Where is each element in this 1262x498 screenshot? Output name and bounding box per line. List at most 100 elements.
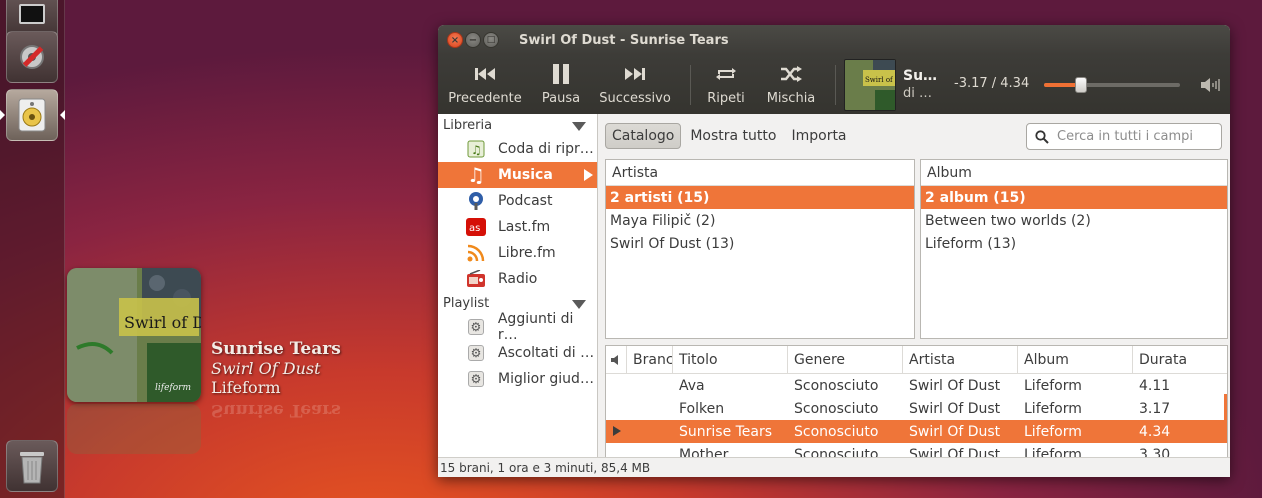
desktop-track-title: Sunrise Tears <box>211 339 341 359</box>
shuffle-label: Mischia <box>766 91 816 106</box>
sidebar-playlist-recently-played[interactable]: ⚙ Ascoltati di … <box>438 340 597 366</box>
track-genre: Sconosciuto <box>794 423 879 440</box>
seek-handle[interactable] <box>1074 77 1087 93</box>
playing-indicator-cell <box>606 424 673 440</box>
library-section-header[interactable]: Libreria <box>438 114 597 136</box>
sidebar-item-librefm[interactable]: Libre.fm <box>438 240 597 266</box>
previous-button[interactable]: Precedente <box>438 55 532 114</box>
sidebar-item-podcast[interactable]: Podcast <box>438 188 597 214</box>
list-item[interactable]: Swirl Of Dust (13) <box>606 232 914 255</box>
column-title[interactable]: Titolo <box>673 346 788 374</box>
library-header-label: Libreria <box>443 117 493 133</box>
expand-arrow-icon[interactable] <box>584 169 593 181</box>
desktop-title-reflection: Sunrise Tears <box>211 400 341 420</box>
title-bar[interactable]: × − □ Swirl Of Dust - Sunrise Tears <box>438 25 1230 55</box>
sidebar-item-music[interactable]: ♫ Musica <box>438 162 597 188</box>
launcher-rhythmbox[interactable] <box>6 89 58 141</box>
list-item[interactable]: 2 album (15) <box>921 186 1227 209</box>
launcher-system-settings[interactable] <box>6 31 58 83</box>
toolbar-separator <box>835 64 836 105</box>
artist-pane: Artista 2 artisti (15) Maya Filipič (2) … <box>605 159 915 339</box>
previous-label: Precedente <box>448 91 522 106</box>
playlist-header-label: Playlist <box>443 295 490 311</box>
minimize-button[interactable]: − <box>465 32 481 48</box>
sidebar-playlist-recently-added[interactable]: ⚙ Aggiunti di r… <box>438 311 597 343</box>
track-album: Lifeform <box>1024 400 1082 417</box>
rhythmbox-window: × − □ Swirl Of Dust - Sunrise Tears Prec… <box>438 25 1230 477</box>
track-title: Folken <box>679 400 725 417</box>
pause-button[interactable]: Pausa <box>532 55 590 114</box>
table-row[interactable]: Sunrise Tears Sconosciuto Swirl Of Dust … <box>606 420 1227 443</box>
smart-playlist-gear-icon: ⚙ <box>466 369 486 389</box>
column-track-number[interactable]: Branc <box>627 346 673 374</box>
repeat-button[interactable]: Ripeti <box>701 55 751 114</box>
column-playing[interactable] <box>606 346 627 374</box>
sidebar-item-label: Radio <box>498 271 538 287</box>
list-item[interactable]: 2 artisti (15) <box>606 186 914 209</box>
sidebar-item-radio[interactable]: Radio <box>438 266 597 292</box>
search-input[interactable] <box>1057 129 1217 144</box>
table-row[interactable]: Folken Sconosciuto Swirl Of Dust Lifefor… <box>606 397 1227 420</box>
running-indicator <box>0 110 5 120</box>
list-item[interactable]: Maya Filipič (2) <box>606 209 914 232</box>
table-row[interactable]: Ava Sconosciuto Swirl Of Dust Lifeform 4… <box>606 374 1227 397</box>
column-duration[interactable]: Durata <box>1133 346 1227 374</box>
import-button[interactable]: Importa <box>785 123 852 149</box>
track-artist: Swirl Of Dust <box>909 423 1001 440</box>
volume-button[interactable] <box>1200 77 1222 97</box>
settings-tools-icon <box>20 45 44 69</box>
focus-indicator <box>60 110 65 120</box>
track-duration: 4.34 <box>1139 423 1171 440</box>
sidebar-item-play-queue[interactable]: ♫ Coda di ripr… <box>438 136 597 162</box>
search-box[interactable] <box>1026 123 1222 150</box>
desktop-now-playing: Sunrise Tears Swirl Of Dust Lifeform <box>211 339 341 398</box>
sidebar-playlist-top-rated[interactable]: ⚙ Miglior giud… <box>438 366 597 392</box>
maximize-icon: □ <box>486 35 496 45</box>
sidebar-item-label: Miglior giud… <box>498 371 594 387</box>
next-icon <box>624 63 646 85</box>
sidebar-item-label: Last.fm <box>498 219 551 235</box>
close-button[interactable]: × <box>447 32 463 48</box>
desktop-album-art: Swirl of Dust lifeform <box>67 268 201 402</box>
artist-pane-header[interactable]: Artista <box>606 160 914 186</box>
next-button[interactable]: Successivo <box>590 55 680 114</box>
speaker-icon <box>18 98 46 132</box>
close-icon: × <box>450 34 460 46</box>
list-item[interactable]: Between two worlds (2) <box>921 209 1227 232</box>
track-list-header: Branc Titolo Genere Artista Album Durata <box>606 346 1227 374</box>
terminal-icon <box>19 4 45 24</box>
track-list-scrollbar[interactable] <box>1224 394 1227 424</box>
sidebar-item-label: Musica <box>498 167 553 183</box>
track-album: Lifeform <box>1024 377 1082 394</box>
collapse-triangle-icon[interactable] <box>572 122 586 131</box>
album-pane-header[interactable]: Album <box>921 160 1227 186</box>
podcast-icon <box>466 191 486 211</box>
status-bar: 15 brani, 1 ora e 3 minuti, 85,4 MB <box>438 457 1230 477</box>
catalog-toggle[interactable]: Catalogo <box>605 123 682 149</box>
launcher-trash[interactable] <box>6 440 58 492</box>
collapse-triangle-icon[interactable] <box>572 300 586 309</box>
sidebar-item-label: Podcast <box>498 193 553 209</box>
volume-icon <box>1201 78 1220 92</box>
track-list: Branc Titolo Genere Artista Album Durata… <box>605 345 1228 460</box>
list-item[interactable]: Lifeform (13) <box>921 232 1227 255</box>
column-album[interactable]: Album <box>1018 346 1133 374</box>
pause-icon <box>552 63 570 85</box>
album-art-brand: Swirl of Dust <box>124 313 201 332</box>
next-label: Successivo <box>599 91 671 106</box>
wifi-icon <box>466 243 486 263</box>
now-playing-album-art[interactable]: Swirl of Dust <box>844 58 896 111</box>
trash-icon <box>20 452 44 484</box>
track-title: Ava <box>679 377 705 394</box>
seek-bar[interactable] <box>1044 83 1180 87</box>
mini-art-brand: Swirl of Dust <box>865 76 896 84</box>
show-all-button[interactable]: Mostra tutto <box>684 123 782 149</box>
sidebar-item-lastfm[interactable]: as Last.fm <box>438 214 597 240</box>
track-artist: Swirl Of Dust <box>909 377 1001 394</box>
track-duration: 4.11 <box>1139 377 1171 394</box>
shuffle-button[interactable]: Mischia <box>751 55 831 114</box>
sidebar-item-label: Aggiunti di r… <box>497 311 574 343</box>
column-genre[interactable]: Genere <box>788 346 903 374</box>
maximize-button[interactable]: □ <box>483 32 499 48</box>
column-artist[interactable]: Artista <box>903 346 1018 374</box>
